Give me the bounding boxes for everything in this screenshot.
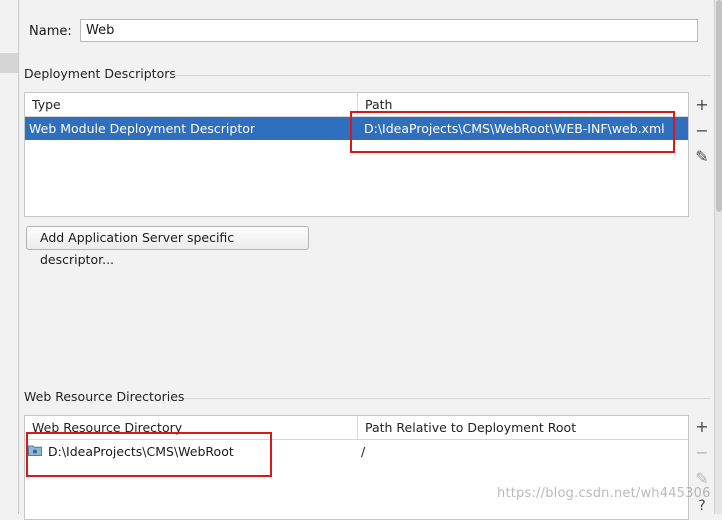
- table-header: Web Resource Directory Path Relative to …: [25, 416, 688, 440]
- table-header: Type Path: [25, 93, 688, 117]
- table-row[interactable]: D:\IdeaProjects\CMS\WebRoot /: [25, 440, 688, 463]
- add-server-descriptor-button[interactable]: Add Application Server specific descript…: [26, 226, 309, 267]
- scrollbar-thumb[interactable]: [716, 0, 722, 212]
- table-row[interactable]: Web Module Deployment Descriptor D:\Idea…: [25, 117, 688, 140]
- vertical-scrollbar[interactable]: [714, 0, 722, 514]
- relative-path-cell: /: [361, 444, 366, 459]
- left-panel-edge: [0, 0, 19, 514]
- descriptor-type-cell: Web Module Deployment Descriptor: [29, 121, 256, 136]
- folder-icon: [28, 445, 42, 456]
- add-icon[interactable]: +: [689, 416, 715, 438]
- name-label: Name:: [29, 24, 72, 39]
- column-header-path[interactable]: Path: [357, 93, 688, 116]
- web-resource-directories-table[interactable]: Web Resource Directory Path Relative to …: [24, 415, 689, 520]
- remove-icon[interactable]: −: [689, 442, 715, 464]
- column-header-relative-path[interactable]: Path Relative to Deployment Root: [357, 416, 688, 439]
- deployment-descriptors-title: Deployment Descriptors: [24, 66, 176, 81]
- section-divider: [184, 398, 711, 399]
- remove-icon[interactable]: −: [689, 120, 715, 142]
- add-icon[interactable]: +: [689, 94, 715, 116]
- descriptor-path-cell: D:\IdeaProjects\CMS\WebRoot\WEB-INF\web.…: [364, 121, 665, 136]
- section-divider: [173, 75, 711, 76]
- edit-icon[interactable]: ✎: [689, 146, 715, 168]
- web-resource-directories-title: Web Resource Directories: [24, 389, 185, 404]
- descriptor-toolbar: + − ✎: [689, 92, 715, 217]
- directory-path: D:\IdeaProjects\CMS\WebRoot: [48, 444, 234, 459]
- column-header-type[interactable]: Type: [25, 93, 357, 116]
- name-input[interactable]: Web: [80, 19, 698, 42]
- directory-cell: D:\IdeaProjects\CMS\WebRoot: [25, 440, 357, 463]
- watermark: https://blog.csdn.net/wh445306: [497, 486, 711, 501]
- column-header-directory[interactable]: Web Resource Directory: [25, 416, 357, 439]
- left-panel-selected-item[interactable]: [0, 53, 18, 73]
- deployment-descriptors-table[interactable]: Type Path Web Module Deployment Descript…: [24, 92, 689, 217]
